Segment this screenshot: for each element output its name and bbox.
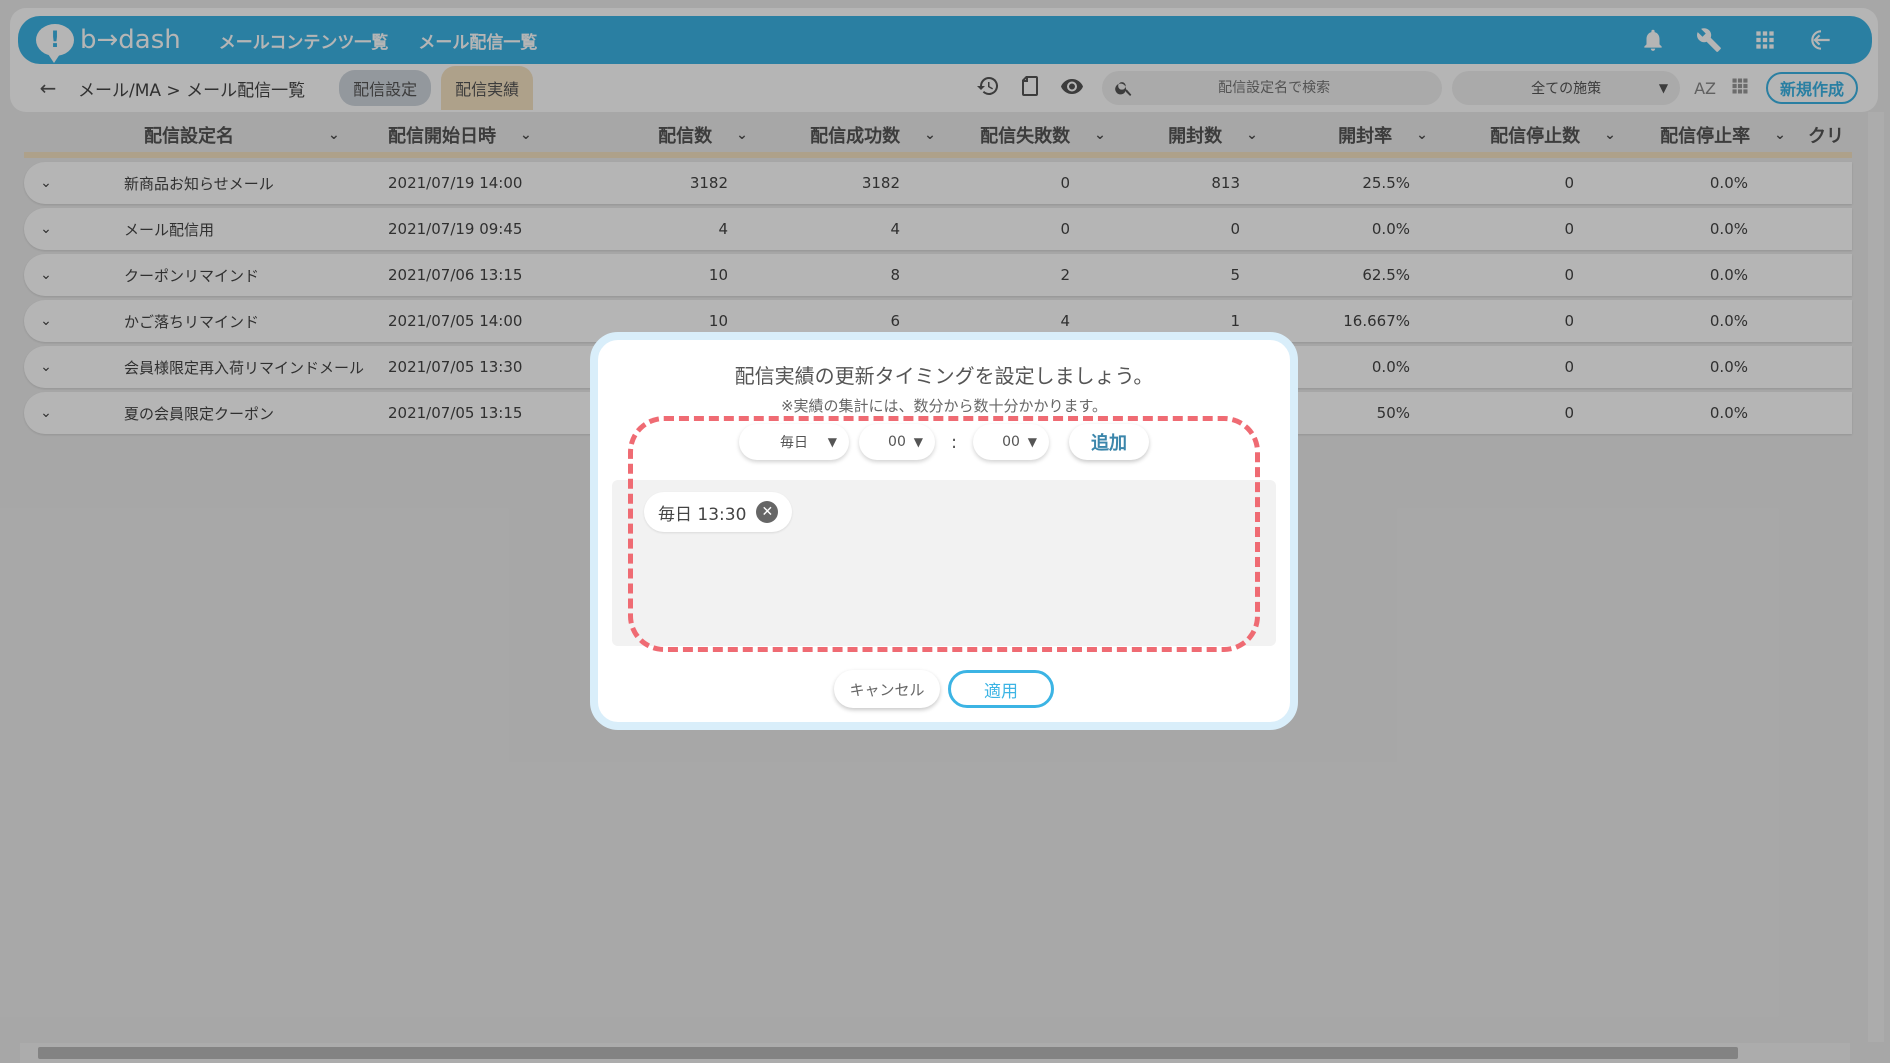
modal-title: 配信実績の更新タイミングを設定しましょう。 (734, 364, 1154, 388)
apply-button[interactable]: 適用 (948, 670, 1054, 708)
timing-controls: 毎日 ▼ 00 ▼ : 00 ▼ 追加 (598, 424, 1290, 460)
modal-actions: キャンセル 適用 (598, 670, 1290, 708)
frequency-select[interactable]: 毎日 ▼ (738, 424, 849, 460)
hour-select[interactable]: 00 ▼ (858, 424, 935, 460)
update-timing-modal: 配信実績の更新タイミングを設定しましょう。 ※実績の集計には、数分から数十分かか… (590, 332, 1298, 730)
modal-note: ※実績の集計には、数分から数十分かかります。 (780, 397, 1108, 415)
chevron-down-icon: ▼ (1027, 435, 1038, 449)
chevron-down-icon: ▼ (913, 435, 923, 449)
add-button[interactable]: 追加 (1069, 424, 1150, 460)
chevron-down-icon: ▼ (827, 435, 837, 449)
minute-select[interactable]: 00 ▼ (973, 424, 1050, 460)
cancel-button[interactable]: キャンセル (834, 670, 940, 708)
time-separator: : (950, 431, 958, 453)
